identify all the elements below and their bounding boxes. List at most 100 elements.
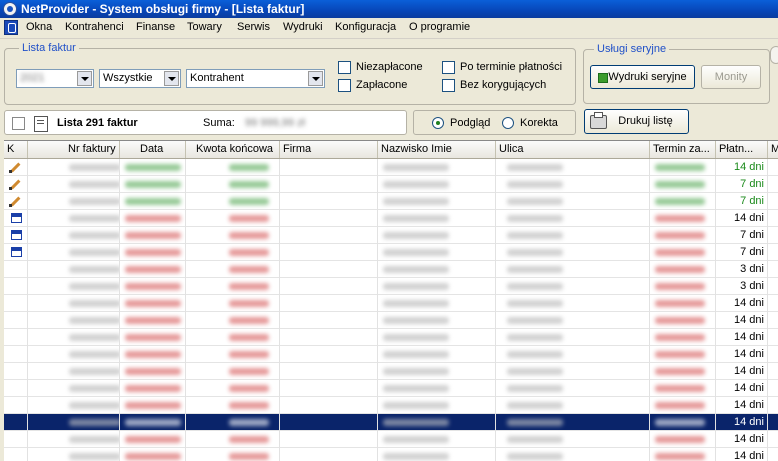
column-data[interactable]: Data	[120, 141, 186, 158]
scroll-toggle[interactable]	[770, 46, 778, 64]
table-cell	[186, 261, 280, 278]
table-cell	[4, 431, 28, 448]
menu-towary[interactable]: Towary	[187, 21, 222, 33]
table-row[interactable]: 7 dni	[4, 244, 778, 261]
table-row[interactable]: 14 dni	[4, 414, 778, 431]
table-cell	[650, 448, 716, 461]
table-cell	[768, 380, 778, 397]
redacted-value	[229, 436, 269, 443]
column-termin[interactable]: Termin za...	[650, 141, 716, 158]
column-k[interactable]: K	[4, 141, 28, 158]
unpaid-checkbox[interactable]	[338, 61, 351, 74]
redacted-value	[69, 300, 119, 307]
menu-wydruki[interactable]: Wydruki	[283, 21, 323, 33]
column-platnosc[interactable]: Płatn...	[716, 141, 768, 158]
contractor-combo[interactable]: Kontrahent	[186, 69, 325, 88]
printer-icon	[590, 112, 607, 129]
table-row[interactable]: 3 dni	[4, 278, 778, 295]
table-cell	[280, 414, 378, 431]
redacted-value	[655, 198, 705, 205]
table-cell	[496, 380, 650, 397]
table-cell	[28, 448, 120, 461]
table-cell	[4, 159, 28, 176]
column-firma[interactable]: Firma	[280, 141, 378, 158]
preview-radio[interactable]	[432, 117, 444, 129]
table-cell	[650, 278, 716, 295]
menu-finanse[interactable]: Finanse	[136, 21, 175, 33]
redacted-value	[655, 266, 705, 273]
reminders-button[interactable]: Monity	[701, 65, 761, 89]
table-cell	[120, 295, 186, 312]
table-row[interactable]: 14 dni	[4, 397, 778, 414]
column-kwota[interactable]: Kwota końcowa	[186, 141, 280, 158]
menu-okna[interactable]: Okna	[26, 21, 52, 33]
table-cell	[650, 261, 716, 278]
column-nazwisko-imie[interactable]: Nazwisko Imie	[378, 141, 496, 158]
table-cell	[4, 346, 28, 363]
overdue-checkbox[interactable]	[442, 61, 455, 74]
table-row[interactable]: 7 dni	[4, 176, 778, 193]
table-cell	[120, 159, 186, 176]
table-row[interactable]: 7 dni	[4, 193, 778, 210]
table-cell	[768, 227, 778, 244]
redacted-value	[125, 215, 181, 222]
select-all-checkbox[interactable]	[12, 117, 25, 130]
table-row[interactable]: 3 dni	[4, 261, 778, 278]
column-nr-faktury[interactable]: Nr faktury	[28, 141, 120, 158]
table-cell	[4, 278, 28, 295]
table-cell	[120, 329, 186, 346]
table-cell	[650, 176, 716, 193]
redacted-value	[229, 266, 269, 273]
year-combo[interactable]: 2021	[16, 69, 94, 88]
table-row[interactable]: 14 dni	[4, 380, 778, 397]
table-row[interactable]: 14 dni	[4, 210, 778, 227]
batch-print-button[interactable]: Wydruki seryjne	[590, 65, 695, 89]
redacted-value	[507, 181, 563, 188]
menu-konfiguracja[interactable]: Konfiguracja	[335, 21, 396, 33]
table-row[interactable]: 14 dni	[4, 329, 778, 346]
redacted-value	[507, 402, 563, 409]
table-row[interactable]: 14 dni	[4, 431, 778, 448]
invoice-table: K Nr faktury Data Kwota końcowa Firma Na…	[4, 140, 778, 461]
menu-o-programie[interactable]: O programie	[409, 21, 470, 33]
table-cell	[4, 397, 28, 414]
status-combo[interactable]: Wszystkie	[99, 69, 181, 88]
table-row[interactable]: 14 dni	[4, 363, 778, 380]
column-ulica[interactable]: Ulica	[496, 141, 650, 158]
paid-label: Zapłacone	[356, 79, 408, 91]
table-row[interactable]: 14 dni	[4, 346, 778, 363]
no-corrections-checkbox[interactable]	[442, 79, 455, 92]
table-cell	[378, 244, 496, 261]
redacted-value	[655, 300, 705, 307]
table-row[interactable]: 14 dni	[4, 295, 778, 312]
print-list-button[interactable]: Drukuj listę	[584, 109, 689, 134]
table-cell	[378, 295, 496, 312]
column-m[interactable]: M	[768, 141, 778, 158]
table-cell	[186, 278, 280, 295]
paid-checkbox[interactable]	[338, 79, 351, 92]
menu-serwis[interactable]: Serwis	[237, 21, 270, 33]
table-cell: 14 dni	[716, 312, 768, 329]
table-row[interactable]: 7 dni	[4, 227, 778, 244]
menu-kontrahenci[interactable]: Kontrahenci	[65, 21, 124, 33]
table-row[interactable]: 14 dni	[4, 312, 778, 329]
table-cell	[4, 244, 28, 261]
filter-group-label: Lista faktur	[19, 42, 79, 54]
table-cell	[28, 431, 120, 448]
table-cell	[120, 278, 186, 295]
redacted-value	[125, 232, 181, 239]
table-cell	[378, 448, 496, 461]
table-row[interactable]: 14 dni	[4, 448, 778, 461]
document-window-icon[interactable]	[4, 20, 18, 35]
summary-panel: Lista 291 faktur Suma: 99 999,99 zł	[4, 110, 407, 135]
table-cell: 14 dni	[716, 159, 768, 176]
pencil-icon	[9, 178, 21, 190]
table-cell	[496, 346, 650, 363]
redacted-value	[507, 232, 563, 239]
table-cell	[650, 244, 716, 261]
table-cell: 14 dni	[716, 448, 768, 461]
table-cell	[280, 363, 378, 380]
table-row[interactable]: 14 dni	[4, 159, 778, 176]
redacted-value	[383, 266, 449, 273]
correction-radio[interactable]	[502, 117, 514, 129]
